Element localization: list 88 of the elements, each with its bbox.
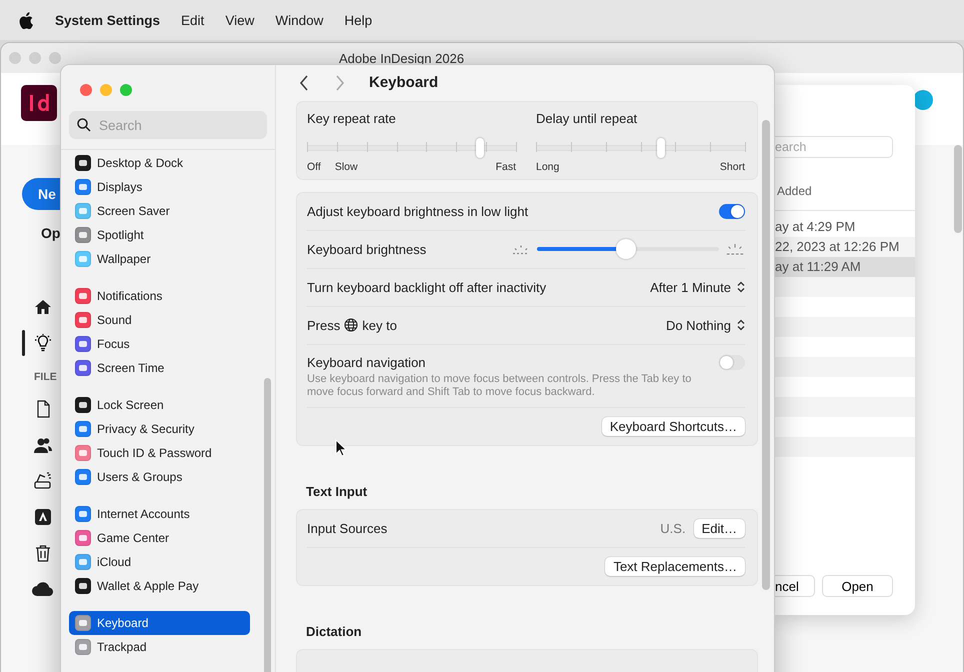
sidebar-item[interactable]: Notifications	[69, 284, 250, 308]
file-row[interactable]: ay at 11:29 AM	[775, 257, 915, 277]
sidebar-item[interactable]: Spotlight	[69, 223, 250, 247]
search-icon	[77, 118, 91, 132]
sidebar-item[interactable]: Screen Time	[69, 356, 250, 380]
avatar-icon[interactable]	[913, 90, 933, 110]
up-down-chevron-icon	[737, 281, 745, 294]
app-icon[interactable]	[34, 508, 52, 526]
apple-logo-icon[interactable]	[19, 12, 33, 28]
file-row[interactable]: ay at 4:29 PM	[775, 217, 915, 237]
setting-value: U.S.	[660, 521, 686, 536]
forward-icon[interactable]	[335, 74, 345, 91]
sidebar-item[interactable]: Displays	[69, 175, 250, 199]
slider-label: Long	[536, 160, 560, 173]
slider-label: Slow	[334, 160, 358, 173]
back-icon[interactable]	[299, 74, 309, 91]
setting-label: Turn keyboard backlight off after inactivity	[307, 280, 546, 295]
sidebar-item[interactable]: Lock Screen	[69, 393, 250, 417]
sidebar-item[interactable]: Wallpaper	[69, 247, 250, 271]
sidebar-item[interactable]: Privacy & Security	[69, 417, 250, 441]
up-down-chevron-icon	[737, 319, 745, 332]
scrollbar-thumb[interactable]	[264, 378, 271, 672]
app-logo-icon	[21, 85, 57, 121]
tick-slider[interactable]	[307, 136, 516, 159]
section-heading: FILE	[34, 371, 57, 383]
sidebar-item[interactable]: Keyboard	[69, 611, 250, 635]
sidebar-item[interactable]: Internet Accounts	[69, 502, 250, 526]
cloud-icon[interactable]	[32, 582, 54, 596]
sidebar-item[interactable]: iCloud	[69, 550, 250, 574]
globe-icon	[344, 318, 358, 332]
home-icon[interactable]	[34, 298, 52, 316]
action-button[interactable]: Text Replacements…	[605, 557, 745, 576]
file-row[interactable]: 22, 2023 at 12:26 PM	[775, 237, 915, 257]
open-button[interactable]: Open	[822, 575, 893, 597]
lightbulb-icon[interactable]	[34, 334, 52, 352]
sidebar-item[interactable]: Sound	[69, 308, 250, 332]
setting-label: Keyboard brightness	[307, 242, 426, 257]
setting-description: Use keyboard navigation to move focus between controls. Press the Tab key to move focus forward and Shift Tab to move focus backward.	[307, 372, 692, 399]
slider-label: Off	[307, 160, 321, 173]
people-icon[interactable]	[34, 436, 52, 454]
new-button[interactable]: Ne	[22, 178, 61, 210]
brightness-slider[interactable]	[537, 238, 719, 260]
window-title: Adobe InDesign 2026	[339, 50, 464, 66]
menu-item[interactable]: View	[225, 12, 254, 28]
minimize-button[interactable]	[100, 84, 112, 96]
section-heading: Dictation	[306, 624, 363, 639]
bright-brightness-icon	[725, 242, 745, 256]
setting-label: Press	[307, 318, 340, 333]
toggle-switch[interactable]	[719, 204, 745, 219]
sidebar-item[interactable]: Game Center	[69, 526, 250, 550]
mouse-pointer-icon	[335, 439, 347, 457]
section-heading: Text Input	[306, 484, 368, 499]
setting-label: Delay until repeat	[536, 110, 638, 126]
menu-app-name[interactable]: System Settings	[55, 12, 160, 28]
page-title: Keyboard	[369, 74, 438, 92]
setting-label: Input Sources	[307, 521, 388, 536]
scanner-icon[interactable]	[34, 472, 52, 490]
sidebar-item[interactable]: Wallet & Apple Pay	[69, 574, 250, 598]
cancel-button[interactable]: ncel	[775, 575, 815, 597]
tick-slider[interactable]	[536, 136, 745, 159]
sidebar-item[interactable]: Desktop & Dock	[69, 151, 250, 175]
slider-label: Fast	[496, 160, 516, 173]
close-button[interactable]	[80, 84, 92, 96]
sidebar-item[interactable]: Touch ID & Password	[69, 441, 250, 465]
selection-indicator	[22, 330, 25, 356]
setting-label: key to	[362, 318, 397, 333]
action-button[interactable]: Keyboard Shortcuts…	[602, 417, 745, 436]
sidebar-item[interactable]: Focus	[69, 332, 250, 356]
column-header[interactable]: Added	[777, 184, 915, 198]
open-button[interactable]: Op	[41, 225, 60, 241]
slider-label: Short	[720, 160, 745, 173]
trash-icon[interactable]	[34, 544, 52, 562]
edit-button[interactable]: Edit…	[694, 519, 745, 538]
toggle-switch[interactable]	[719, 354, 745, 370]
setting-label: Adjust keyboard brightness in low light	[307, 204, 530, 219]
popup-button[interactable]: Do Nothing	[666, 318, 745, 333]
zoom-button[interactable]	[120, 84, 132, 96]
popup-button[interactable]: After 1 Minute	[650, 280, 745, 295]
menu-item[interactable]: Edit	[181, 12, 204, 28]
scrollbar-thumb[interactable]	[954, 145, 962, 233]
sidebar-item[interactable]: Users & Groups	[69, 465, 250, 489]
setting-label: Keyboard navigation	[307, 354, 427, 370]
scrollbar-thumb[interactable]	[762, 120, 770, 590]
setting-label: Key repeat rate	[307, 110, 397, 126]
sidebar-item[interactable]: Trackpad	[69, 635, 250, 659]
sidebar-item[interactable]: Screen Saver	[69, 199, 250, 223]
menu-item[interactable]: Help	[344, 12, 372, 28]
menu-item[interactable]: Window	[275, 12, 324, 28]
